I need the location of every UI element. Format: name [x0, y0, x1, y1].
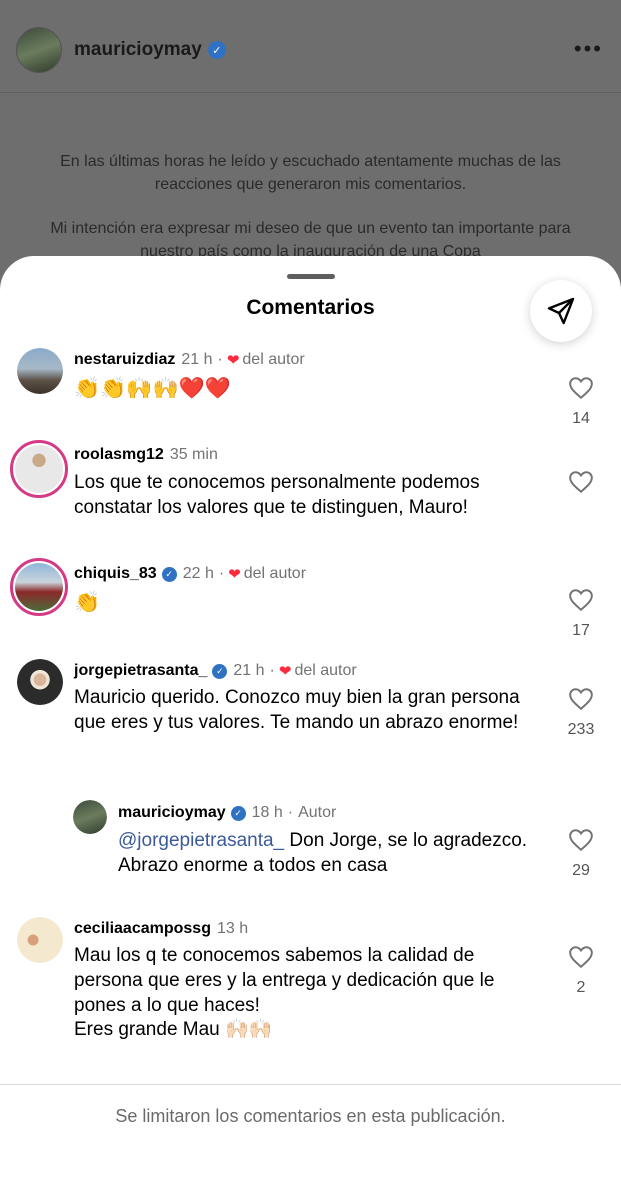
- send-icon: [547, 297, 575, 325]
- heart-like-icon[interactable]: [568, 588, 594, 612]
- meta-dot: ·: [287, 804, 294, 821]
- author-heart-icon: ❤: [278, 663, 292, 680]
- commenter-avatar[interactable]: [17, 659, 63, 705]
- author-tag: Autor: [298, 804, 337, 821]
- post-username[interactable]: mauricioymay ✓: [74, 39, 226, 61]
- sheet-title: Comentarios: [246, 296, 375, 319]
- comment-meta: roolasmg12 35 min: [74, 446, 218, 464]
- comment-meta: chiquis_83 ✓ 22 h · ❤ del autor: [74, 565, 306, 583]
- author-heart-icon: ❤: [228, 566, 241, 583]
- comment-time: 21 h: [181, 351, 213, 368]
- author-like-label: del autor: [242, 351, 305, 368]
- share-button[interactable]: [530, 280, 592, 342]
- comment-time: 21 h: [233, 662, 265, 679]
- comment-time: 35 min: [169, 446, 218, 463]
- post-divider: [0, 92, 621, 93]
- heart-like-icon[interactable]: [568, 945, 594, 969]
- comment-username[interactable]: ceciliaacampossg: [74, 920, 211, 938]
- caption-paragraph-1: En las últimas horas he leído y escuchad…: [60, 153, 561, 193]
- heart-like-icon[interactable]: [568, 687, 594, 711]
- comment-text: 👏: [74, 591, 101, 614]
- comment-text: Los que te conocemos personalmente podem…: [74, 472, 480, 518]
- comment-username[interactable]: chiquis_83: [74, 565, 157, 583]
- commenter-avatar[interactable]: [10, 440, 68, 498]
- comment-meta: mauricioymay ✓ 18 h · Autor: [118, 804, 336, 822]
- comment-time: 18 h: [251, 804, 283, 821]
- comment-username[interactable]: mauricioymay: [118, 804, 226, 822]
- comment-time: 22 h: [182, 565, 214, 582]
- comment-meta: jorgepietrasanta_ ✓ 21 h · ❤ del autor: [74, 662, 357, 680]
- verified-badge-icon: ✓: [161, 566, 177, 582]
- like-count: 233: [567, 721, 595, 738]
- comment-text: 👏👏🙌🙌❤️❤️: [74, 377, 231, 400]
- meta-dot: ·: [218, 565, 225, 582]
- meta-dot: ·: [269, 662, 275, 679]
- more-options-icon[interactable]: •••: [574, 36, 603, 62]
- like-count: 29: [572, 862, 590, 879]
- like-count: 2: [576, 979, 586, 996]
- comment-username[interactable]: nestaruizdiaz: [74, 351, 175, 369]
- heart-like-icon[interactable]: [568, 828, 594, 852]
- comment-meta: ceciliaacampossg 13 h: [74, 920, 248, 938]
- post-username-text: mauricioymay: [74, 39, 202, 60]
- post-avatar[interactable]: [16, 27, 62, 73]
- verified-badge-icon: ✓: [230, 805, 246, 821]
- heart-like-icon[interactable]: [568, 470, 594, 494]
- comment-time: 13 h: [216, 920, 249, 937]
- commenter-avatar[interactable]: [17, 348, 63, 394]
- meta-dot: ·: [217, 351, 223, 368]
- mention-link[interactable]: @jorgepietrasanta_: [118, 830, 284, 851]
- commenter-avatar[interactable]: [73, 800, 107, 834]
- comment-meta: nestaruizdiaz 21 h · ❤ del autor: [74, 351, 305, 369]
- author-heart-icon: ❤: [226, 352, 240, 369]
- footer-divider: [0, 1084, 621, 1085]
- comment-text-line-2: Eres grande Mau 🙌🏻🙌🏻: [74, 1019, 273, 1040]
- commenter-avatar[interactable]: [17, 917, 63, 963]
- verified-badge-icon: ✓: [212, 663, 228, 679]
- author-like-label: del autor: [294, 662, 357, 679]
- author-like-label: del autor: [243, 565, 307, 582]
- like-count: 14: [572, 410, 590, 427]
- sheet-grabber[interactable]: [287, 274, 335, 279]
- commenter-avatar[interactable]: [10, 558, 68, 616]
- comments-limited-note: Se limitaron los comentarios en esta pub…: [115, 1106, 506, 1126]
- like-count: 17: [572, 622, 590, 639]
- heart-like-icon[interactable]: [568, 376, 594, 400]
- comment-text: @jorgepietrasanta_ Don Jorge, se lo agra…: [118, 828, 538, 878]
- verified-badge-icon: ✓: [207, 41, 226, 59]
- comment-username[interactable]: jorgepietrasanta_: [74, 662, 207, 680]
- post-header: mauricioymay ✓: [0, 0, 621, 100]
- comment-text: Mau los q te conocemos sabemos la calida…: [74, 945, 495, 1016]
- comment-username[interactable]: roolasmg12: [74, 446, 164, 464]
- comment-text: Mauricio querido. Conozco muy bien la gr…: [74, 687, 520, 733]
- comments-sheet: Comentarios nestaruizdiaz 21 h · ❤ del a…: [0, 256, 621, 1200]
